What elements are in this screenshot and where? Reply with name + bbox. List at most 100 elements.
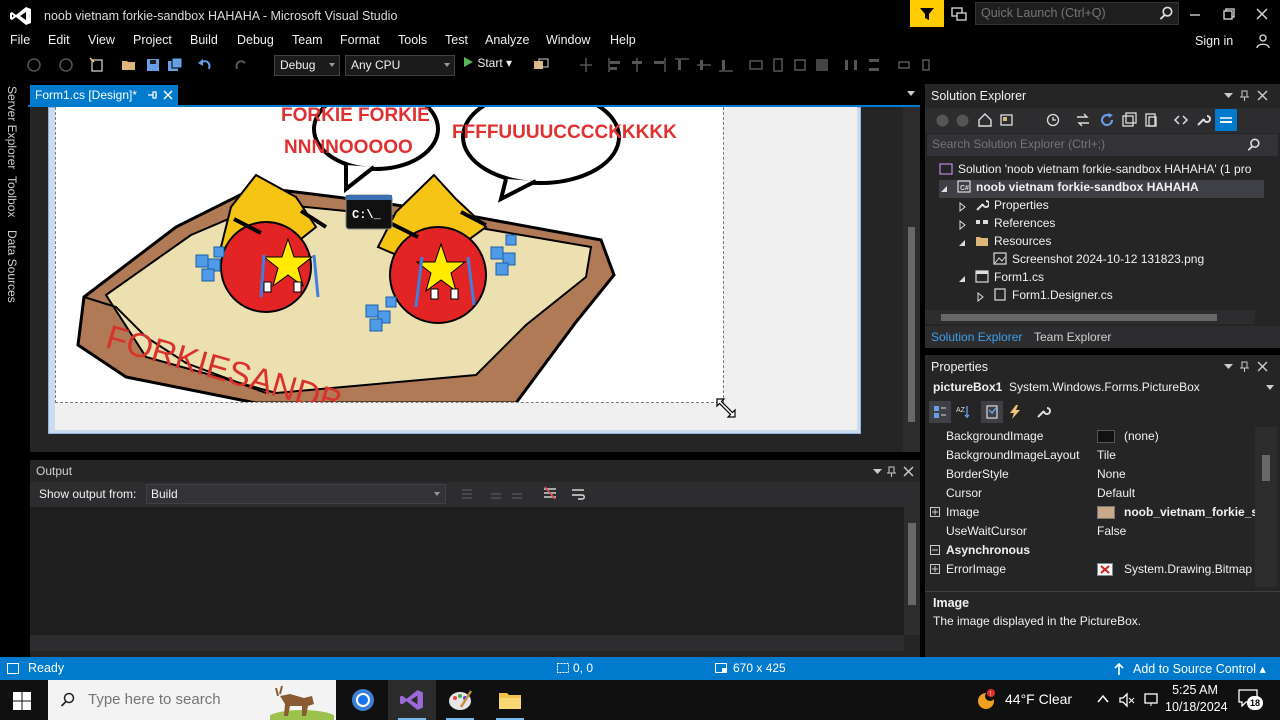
make-same-size-icon[interactable] bbox=[792, 57, 808, 73]
menu-analyze[interactable]: Analyze bbox=[485, 33, 529, 47]
align-bottoms-icon[interactable] bbox=[718, 57, 734, 73]
panel-menu-icon[interactable] bbox=[1223, 361, 1234, 372]
property-pages-icon[interactable] bbox=[1035, 404, 1051, 420]
solution-platform-select[interactable]: Any CPU bbox=[345, 55, 455, 76]
picturebox1[interactable]: FORKIESANDB FORKIE FORKIE NNNNOOOOO FFFF… bbox=[55, 107, 724, 403]
align-centers-icon[interactable] bbox=[629, 57, 645, 73]
pin-icon[interactable] bbox=[146, 89, 158, 101]
minimize-icon[interactable] bbox=[1185, 5, 1205, 23]
property-row[interactable]: BackgroundImage (none) bbox=[925, 427, 1255, 446]
collapse-minus-icon[interactable] bbox=[930, 545, 940, 555]
forward-icon[interactable] bbox=[58, 57, 74, 73]
property-category-asynchronous[interactable]: Asynchronous bbox=[925, 541, 1255, 560]
output-text-area[interactable] bbox=[30, 507, 904, 635]
taskbar-search-box[interactable] bbox=[48, 680, 336, 720]
toolbox-tab[interactable]: Toolbox bbox=[5, 176, 19, 217]
panel-close-icon[interactable] bbox=[1257, 361, 1268, 372]
property-row[interactable]: BorderStyle None bbox=[925, 465, 1255, 484]
align-middles-icon[interactable] bbox=[696, 57, 712, 73]
back-icon[interactable] bbox=[26, 57, 42, 73]
property-row[interactable]: UseWaitCursor False bbox=[925, 522, 1255, 541]
search-icon[interactable] bbox=[1247, 138, 1261, 152]
scroll-thumb[interactable] bbox=[908, 523, 916, 605]
scroll-thumb[interactable] bbox=[1262, 455, 1270, 481]
collapse-all-icon[interactable] bbox=[1121, 112, 1137, 128]
property-row-errorimage[interactable]: ErrorImage System.Drawing.Bitmap bbox=[925, 560, 1255, 579]
add-to-source-control-button[interactable]: Add to Source Control ▴ bbox=[1114, 661, 1266, 676]
search-icon[interactable] bbox=[1159, 6, 1174, 21]
tree-item-solution[interactable]: Solution 'noob vietnam forkie-sandbox HA… bbox=[939, 162, 1251, 180]
save-icon[interactable] bbox=[145, 57, 161, 73]
center-vertically-icon[interactable] bbox=[918, 57, 934, 73]
quick-launch-input[interactable] bbox=[981, 6, 1151, 20]
make-same-height-icon[interactable] bbox=[770, 57, 786, 73]
designer-vertical-scrollbar[interactable] bbox=[903, 107, 920, 452]
chevron-up-icon[interactable] bbox=[1097, 694, 1109, 704]
view-code-icon[interactable] bbox=[1173, 112, 1189, 128]
categorized-button[interactable] bbox=[929, 401, 951, 423]
live-share-icon[interactable] bbox=[950, 5, 968, 23]
object-selector[interactable]: pictureBox1 System.Windows.Forms.Picture… bbox=[927, 378, 1278, 398]
speaker-muted-icon[interactable] bbox=[1118, 691, 1136, 709]
find-message-icon[interactable] bbox=[460, 487, 474, 501]
server-explorer-tab[interactable]: Server Explorer bbox=[5, 86, 19, 169]
menu-tools[interactable]: Tools bbox=[398, 33, 427, 47]
start-debugging-button[interactable]: Start ▾ bbox=[462, 56, 512, 76]
clock-date[interactable]: 10/18/2024 bbox=[1165, 700, 1228, 714]
switch-views-icon[interactable] bbox=[999, 112, 1015, 128]
feedback-filter-button[interactable] bbox=[910, 0, 944, 27]
word-wrap-icon[interactable] bbox=[570, 486, 586, 502]
output-source-select[interactable]: Build bbox=[146, 484, 446, 504]
panel-close-icon[interactable] bbox=[903, 466, 914, 477]
weather-temperature[interactable]: 44°F Clear bbox=[1005, 691, 1072, 707]
panel-pin-icon[interactable] bbox=[1239, 361, 1250, 372]
solution-horizontal-scrollbar[interactable] bbox=[925, 310, 1255, 324]
panel-menu-icon[interactable] bbox=[1223, 90, 1234, 101]
make-same-width-icon[interactable] bbox=[748, 57, 764, 73]
vertical-spacing-icon[interactable] bbox=[866, 57, 882, 73]
menu-edit[interactable]: Edit bbox=[48, 33, 70, 47]
menu-debug[interactable]: Debug bbox=[237, 33, 274, 47]
solution-search-box[interactable] bbox=[927, 134, 1278, 156]
property-row[interactable]: BackgroundImageLayout Tile bbox=[925, 446, 1255, 465]
save-all-icon[interactable] bbox=[167, 57, 183, 73]
pending-changes-filter-icon[interactable] bbox=[1045, 112, 1061, 128]
menu-window[interactable]: Window bbox=[546, 33, 590, 47]
align-rights-icon[interactable] bbox=[651, 57, 667, 73]
tab-solution-explorer[interactable]: Solution Explorer bbox=[931, 330, 1022, 344]
redo-icon[interactable] bbox=[233, 57, 249, 73]
alphabetical-icon[interactable]: AZ bbox=[955, 404, 971, 420]
align-icon[interactable] bbox=[578, 57, 594, 73]
property-row[interactable]: Cursor Default bbox=[925, 484, 1255, 503]
properties-view-button[interactable] bbox=[981, 401, 1003, 423]
restore-icon[interactable] bbox=[1219, 5, 1239, 23]
scroll-thumb[interactable] bbox=[941, 314, 1217, 321]
menu-test[interactable]: Test bbox=[445, 33, 468, 47]
menu-project[interactable]: Project bbox=[133, 33, 172, 47]
preview-selected-items-button[interactable] bbox=[1215, 109, 1237, 131]
menu-team[interactable]: Team bbox=[292, 33, 323, 47]
align-lefts-icon[interactable] bbox=[607, 57, 623, 73]
weather-icon[interactable]: ! bbox=[974, 688, 998, 712]
notifications-button[interactable]: 18 bbox=[1238, 689, 1263, 711]
scroll-thumb[interactable] bbox=[908, 227, 915, 422]
taskbar-chrome[interactable] bbox=[339, 680, 387, 720]
taskbar-paint[interactable] bbox=[436, 680, 484, 720]
tab-close-icon[interactable] bbox=[162, 89, 174, 101]
browser-link-icon[interactable] bbox=[533, 57, 549, 73]
panel-menu-icon[interactable] bbox=[872, 466, 883, 477]
menu-format[interactable]: Format bbox=[340, 33, 380, 47]
expand-plus-icon[interactable] bbox=[930, 507, 940, 517]
panel-pin-icon[interactable] bbox=[1239, 90, 1250, 101]
taskbar-search-input[interactable] bbox=[88, 691, 268, 708]
tab-form1-design[interactable]: Form1.cs [Design]* bbox=[30, 85, 178, 106]
undo-icon[interactable] bbox=[197, 57, 213, 73]
output-vertical-scrollbar[interactable] bbox=[904, 507, 920, 635]
output-window-icon[interactable] bbox=[7, 663, 19, 674]
tab-list-dropdown-icon[interactable] bbox=[906, 90, 916, 98]
events-lightning-icon[interactable] bbox=[1007, 404, 1023, 420]
solution-search-input[interactable] bbox=[932, 137, 1232, 151]
menu-build[interactable]: Build bbox=[190, 33, 218, 47]
taskbar-visual-studio[interactable] bbox=[388, 680, 436, 720]
clear-all-icon[interactable] bbox=[542, 486, 558, 502]
